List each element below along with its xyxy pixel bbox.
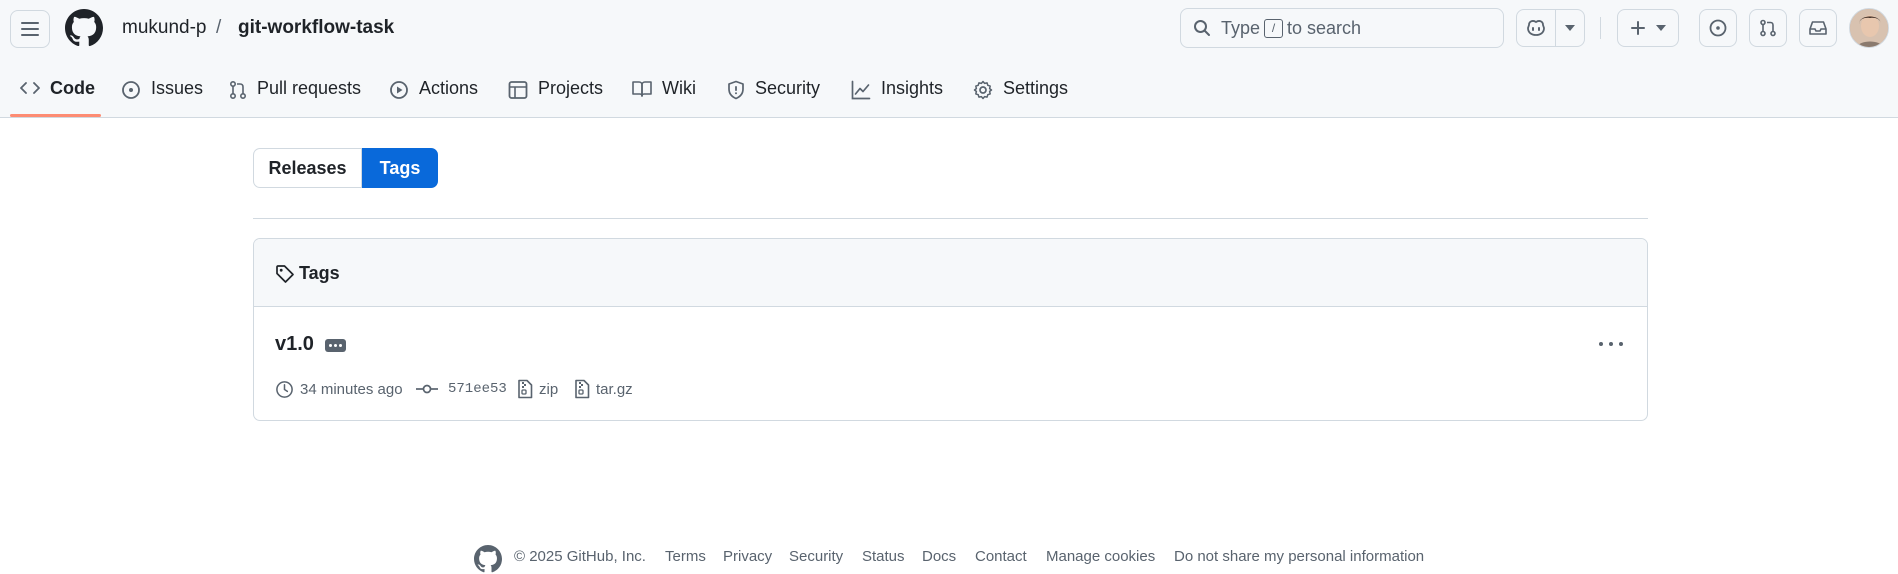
footer-link-do-not-share[interactable]: Do not share my personal information (1174, 548, 1424, 565)
tab-label: Projects (538, 78, 604, 98)
repo-name-link[interactable]: git-workflow-task (238, 17, 394, 39)
issues-button[interactable] (1699, 9, 1737, 47)
git-pull-request-icon (229, 80, 247, 100)
tab-issues[interactable]: Issues (121, 68, 203, 118)
issue-opened-icon (122, 81, 140, 99)
download-targz-link[interactable]: tar.gz (574, 377, 633, 401)
plus-icon (1631, 21, 1645, 35)
footer-copyright: © 2025 GitHub, Inc. (514, 548, 646, 565)
inbox-button[interactable] (1799, 9, 1837, 47)
tags-box-header: Tags (254, 239, 1647, 307)
gear-icon (973, 80, 993, 100)
tag-time: 34 minutes ago (275, 377, 403, 401)
tab-actions[interactable]: Actions (389, 68, 478, 118)
create-new-button[interactable] (1617, 9, 1679, 47)
tags-box: Tags v1.0 34 minutes ago 571ee53 zip tar… (253, 238, 1648, 421)
releases-button[interactable]: Releases (253, 148, 362, 188)
tab-insights[interactable]: Insights (851, 68, 943, 118)
table-icon (508, 81, 528, 99)
tab-label: Wiki (662, 78, 696, 98)
chevron-down-icon (1565, 25, 1575, 31)
page-footer: © 2025 GitHub, Inc. Terms Privacy Securi… (0, 545, 1898, 573)
tag-actions-menu-button[interactable] (1596, 334, 1626, 354)
tab-label: Code (50, 78, 95, 98)
menu-icon (21, 22, 39, 36)
tab-projects[interactable]: Projects (508, 68, 603, 118)
tab-label: Settings (1003, 78, 1069, 98)
tab-pull-requests[interactable]: Pull requests (229, 68, 361, 118)
search-placeholder-prefix: Type (1221, 18, 1261, 38)
book-icon (632, 81, 652, 97)
tab-label: Issues (151, 78, 204, 98)
expand-commit-message-button[interactable] (325, 339, 346, 352)
tag-icon (276, 265, 294, 283)
footer-link-contact[interactable]: Contact (975, 548, 1027, 565)
file-zip-icon (575, 379, 590, 399)
clock-icon (276, 380, 293, 398)
header-divider (1600, 17, 1601, 39)
menu-button[interactable] (10, 10, 50, 48)
download-zip-link[interactable]: zip (517, 377, 558, 401)
tab-label: Security (755, 78, 821, 98)
footer-link-docs[interactable]: Docs (922, 548, 956, 565)
avatar[interactable] (1849, 8, 1889, 48)
tab-code[interactable]: Code (20, 68, 95, 118)
tag-commit-sha: 571ee53 (448, 381, 507, 397)
footer-link-privacy[interactable]: Privacy (723, 548, 772, 565)
releases-tags-toggle: Releases Tags (253, 148, 438, 188)
app-header: mukund-p / git-workflow-task Type / to s… (0, 0, 1898, 118)
pull-request-icon (1760, 19, 1776, 37)
repo-owner-link[interactable]: mukund-p (122, 17, 207, 39)
inbox-icon (1809, 21, 1827, 35)
footer-link-security[interactable]: Security (789, 548, 843, 565)
shield-icon (728, 80, 744, 100)
search-shortcut-key: / (1264, 19, 1283, 38)
footer-link-status[interactable]: Status (862, 548, 905, 565)
pull-requests-button[interactable] (1749, 9, 1787, 47)
github-logo-icon[interactable] (65, 9, 103, 47)
play-icon (390, 81, 408, 99)
issues-icon (1709, 19, 1727, 37)
tags-box-title: Tags (299, 263, 340, 283)
search-placeholder-suffix: to search (1287, 18, 1362, 38)
selected-tab-indicator (10, 114, 101, 117)
section-divider (253, 218, 1648, 219)
tab-label: Actions (419, 78, 479, 98)
tags-button[interactable]: Tags (362, 148, 438, 188)
targz-label: tar.gz (596, 380, 633, 398)
git-commit-icon (416, 384, 438, 394)
graph-icon (851, 80, 871, 100)
tab-wiki[interactable]: Wiki (632, 68, 696, 118)
zip-label: zip (539, 380, 559, 398)
tab-label: Pull requests (257, 78, 362, 98)
footer-link-manage-cookies[interactable]: Manage cookies (1046, 548, 1155, 565)
copilot-button[interactable] (1516, 9, 1556, 47)
copilot-icon (1527, 20, 1545, 36)
footer-link-terms[interactable]: Terms (665, 548, 706, 565)
repo-separator: / (216, 17, 222, 38)
tag-name-link[interactable]: v1.0 (275, 333, 314, 356)
copilot-menu-button[interactable] (1555, 9, 1585, 47)
top-bar: mukund-p / git-workflow-task Type / to s… (0, 0, 1898, 56)
tag-commit[interactable]: 571ee53 (416, 377, 507, 401)
search-icon (1194, 20, 1210, 36)
tab-label: Insights (881, 78, 944, 98)
code-icon (20, 82, 40, 94)
github-logo-icon[interactable] (474, 545, 502, 573)
tag-time-text: 34 minutes ago (300, 380, 403, 398)
tab-settings[interactable]: Settings (973, 68, 1068, 118)
file-zip-icon (518, 379, 533, 399)
search-input[interactable]: Type / to search (1180, 8, 1504, 48)
repo-nav-tabs: Code Issues Pull requests Actions Projec… (0, 68, 1898, 118)
chevron-down-icon (1656, 25, 1666, 31)
tab-security[interactable]: Security (727, 68, 820, 118)
